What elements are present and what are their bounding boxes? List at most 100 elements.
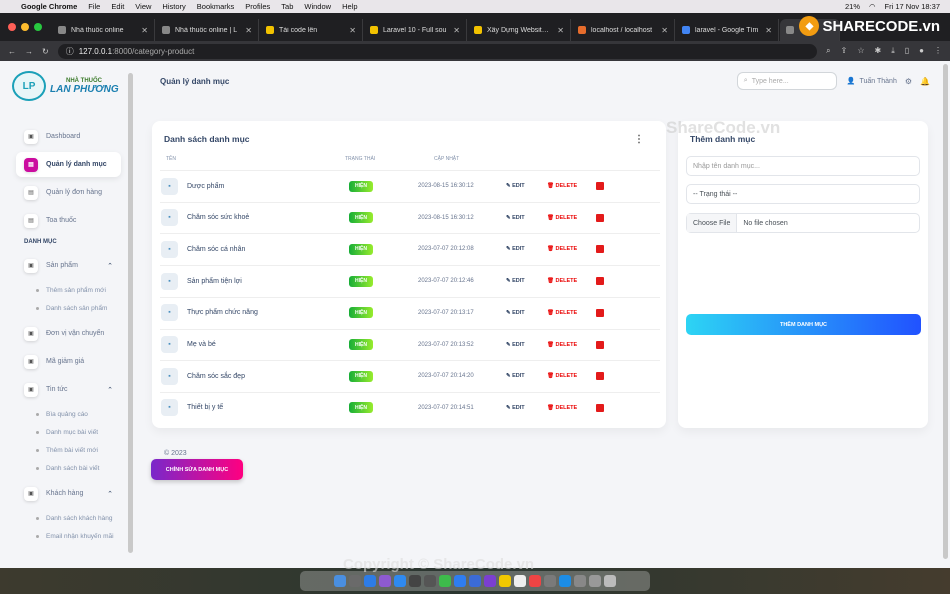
app-icon[interactable]: [544, 575, 556, 587]
sidebar-item-products[interactable]: ▣ Sản phẩm ⌃: [16, 253, 121, 278]
edit-category-button[interactable]: CHỈNH SỬA DANH MỤC: [151, 459, 243, 480]
sidebar-item-customers[interactable]: ▣ Khách hàng ⌃: [16, 481, 121, 506]
url-field[interactable]: ⓘ 127.0.0.1:8000/category-product: [57, 43, 818, 59]
wifi-icon[interactable]: ◠: [869, 2, 876, 11]
browser-tab[interactable]: Xây Dựng Website C ✕: [468, 19, 571, 41]
bookmark-star-icon[interactable]: ☆: [857, 46, 864, 56]
sidebar-subitem-customer-list[interactable]: Danh sách khách hàng: [16, 509, 121, 527]
menu-window[interactable]: Window: [304, 2, 331, 11]
bell-icon[interactable]: 🔔: [920, 77, 930, 86]
sidebar-subitem-post-categories[interactable]: Danh mục bài viết: [16, 423, 121, 441]
app-icon[interactable]: [409, 575, 421, 587]
red-action-button[interactable]: [596, 213, 604, 222]
close-tab-icon[interactable]: ✕: [453, 26, 460, 35]
notes-icon[interactable]: [499, 575, 511, 587]
site-info-icon[interactable]: ⓘ: [66, 46, 74, 57]
extensions-icon[interactable]: ✱: [875, 46, 882, 56]
add-category-button[interactable]: THÊM DANH MỤC: [686, 314, 921, 335]
app-icon[interactable]: [424, 575, 436, 587]
edit-link[interactable]: ✎ EDIT: [506, 405, 525, 411]
close-window-button[interactable]: [8, 23, 16, 31]
reload-icon[interactable]: ↻: [42, 47, 49, 56]
zoom-icon[interactable]: ⌕: [826, 46, 830, 56]
edit-link[interactable]: ✎ EDIT: [506, 183, 525, 189]
menu-edit[interactable]: Edit: [111, 2, 124, 11]
app-icon[interactable]: [589, 575, 601, 587]
browser-tab[interactable]: Nhà thuốc online ✕: [52, 19, 155, 41]
app-icon[interactable]: [469, 575, 481, 587]
sidebar-item-orders[interactable]: ▤ Quản lý đơn hàng: [16, 180, 121, 205]
red-action-button[interactable]: [596, 372, 604, 381]
app-store-icon[interactable]: [394, 575, 406, 587]
red-action-button[interactable]: [596, 182, 604, 190]
menu-profiles[interactable]: Profiles: [245, 2, 270, 11]
edit-link[interactable]: ✎ EDIT: [506, 342, 525, 348]
sidebar-item-categories[interactable]: ▤ Quản lý danh mục: [16, 152, 121, 177]
download-icon[interactable]: ⤓: [891, 46, 895, 56]
sidebar-subitem-banners[interactable]: Bìa quảng cáo: [16, 405, 121, 423]
red-action-button[interactable]: [596, 403, 604, 412]
minimize-window-button[interactable]: [21, 23, 29, 31]
edit-link[interactable]: ✎ EDIT: [506, 310, 525, 316]
choose-file-button[interactable]: Choose File: [687, 214, 738, 232]
chrome-icon[interactable]: [529, 575, 541, 587]
page-scrollbar[interactable]: [943, 64, 948, 559]
edit-link[interactable]: ✎ EDIT: [506, 373, 525, 379]
browser-tab[interactable]: localhost / localhost ✕: [572, 19, 675, 41]
close-tab-icon[interactable]: ✕: [141, 26, 148, 35]
launchpad-icon[interactable]: [349, 575, 361, 587]
close-tab-icon[interactable]: ✕: [765, 26, 772, 35]
close-tab-icon[interactable]: ✕: [557, 26, 564, 35]
gear-icon[interactable]: ⚙: [905, 77, 912, 86]
app-icon[interactable]: [514, 575, 526, 587]
menu-tab[interactable]: Tab: [281, 2, 293, 11]
browser-tab[interactable]: Nhà thuốc online | L ✕: [156, 19, 259, 41]
brand-logo[interactable]: LP NHÀ THUỐC LAN PHƯƠNG: [12, 71, 119, 101]
sidebar-item-dashboard[interactable]: ▣ Dashboard: [16, 124, 121, 149]
sidebar-subitem-add-post[interactable]: Thêm bài viết mới: [16, 441, 121, 459]
app-name[interactable]: Google Chrome: [21, 2, 77, 11]
app-icon[interactable]: [574, 575, 586, 587]
app-icon[interactable]: [379, 575, 391, 587]
edit-link[interactable]: ✎ EDIT: [506, 215, 525, 221]
file-input[interactable]: Choose File No file chosen: [686, 213, 920, 233]
browser-menu-icon[interactable]: ⋮: [934, 46, 942, 56]
back-icon[interactable]: ←: [8, 47, 16, 56]
delete-link[interactable]: 🗑 DELETE: [547, 342, 577, 348]
red-action-button[interactable]: [596, 277, 604, 286]
close-tab-icon[interactable]: ✕: [245, 26, 252, 35]
sidebar-subitem-product-list[interactable]: Danh sách sản phẩm: [16, 299, 121, 317]
status-select[interactable]: -- Trạng thái --: [686, 184, 920, 204]
menu-history[interactable]: History: [162, 2, 185, 11]
delete-link[interactable]: 🗑 DELETE: [547, 246, 577, 252]
trash-icon[interactable]: [604, 575, 616, 587]
menu-file[interactable]: File: [88, 2, 100, 11]
menu-view[interactable]: View: [135, 2, 151, 11]
delete-link[interactable]: 🗑 DELETE: [547, 183, 577, 189]
sidebar-subitem-add-product[interactable]: Thêm sản phẩm mới: [16, 281, 121, 299]
forward-icon[interactable]: →: [25, 47, 33, 56]
profile-avatar-icon[interactable]: ●: [919, 46, 924, 56]
sidepanel-icon[interactable]: ▯: [905, 46, 909, 56]
delete-link[interactable]: 🗑 DELETE: [547, 373, 577, 379]
sidebar-item-shipping[interactable]: ▣ Đơn vị vận chuyển: [16, 321, 121, 346]
close-tab-icon[interactable]: ✕: [349, 26, 356, 35]
messages-icon[interactable]: [439, 575, 451, 587]
delete-link[interactable]: 🗑 DELETE: [547, 215, 577, 221]
category-name-field[interactable]: Nhập tên danh mục...: [686, 156, 920, 176]
sidebar-subitem-promo-emails[interactable]: Email nhận khuyến mãi: [16, 527, 121, 545]
user-menu[interactable]: 👤 Tuấn Thành: [847, 77, 897, 86]
edit-link[interactable]: ✎ EDIT: [506, 278, 525, 284]
sidebar-item-discount[interactable]: ▣ Mã giảm giá: [16, 349, 121, 374]
sidebar-scrollbar[interactable]: [128, 73, 133, 553]
browser-tab[interactable]: Tải code lên ✕: [260, 19, 363, 41]
browser-tab[interactable]: laravel - Google Tìm ✕: [676, 19, 779, 41]
edit-link[interactable]: ✎ EDIT: [506, 246, 525, 252]
close-tab-icon[interactable]: ✕: [661, 26, 668, 35]
search-input[interactable]: ⌕ Type here...: [736, 72, 837, 90]
safari-icon[interactable]: [364, 575, 376, 587]
finder-icon[interactable]: [334, 575, 346, 587]
red-action-button[interactable]: [596, 245, 604, 254]
vscode-icon[interactable]: [559, 575, 571, 587]
more-options-icon[interactable]: ⋮: [634, 134, 644, 145]
